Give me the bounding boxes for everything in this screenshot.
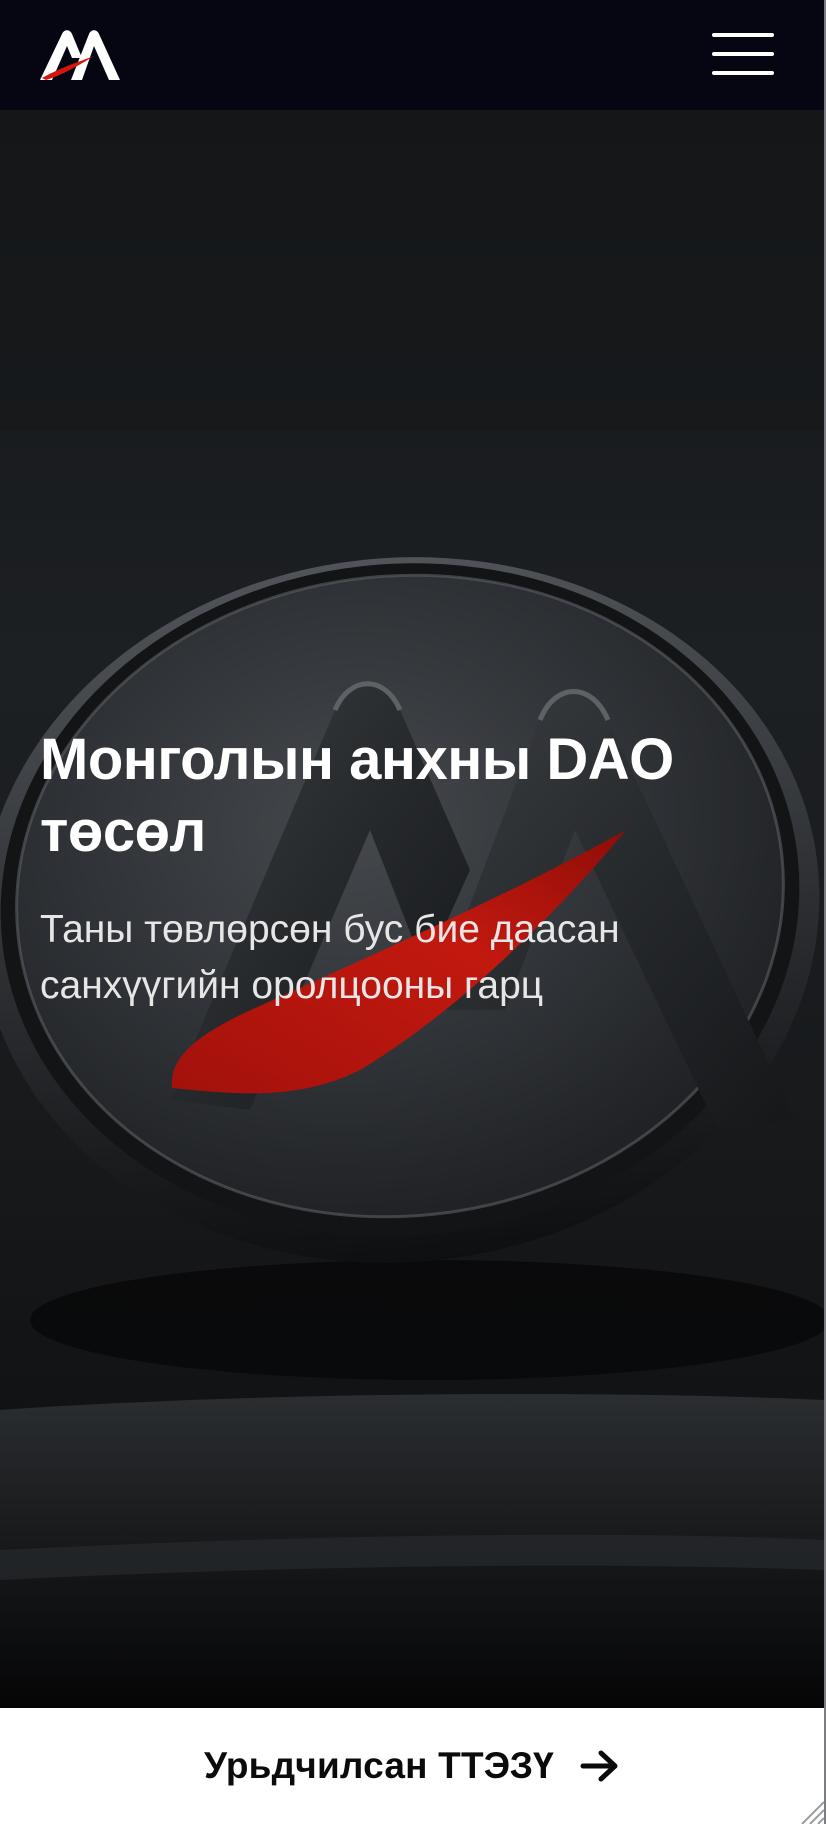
cta-label: Урьдчилсан ТТЭЗҮ — [204, 1745, 554, 1786]
brand-logo-icon[interactable] — [38, 26, 122, 82]
hero-title: Монголын анхны DAO төсөл — [40, 727, 674, 864]
menu-line-icon — [712, 71, 774, 75]
site-header — [0, 0, 824, 110]
arrow-right-icon — [580, 1750, 618, 1782]
hero-section: Монголын анхны DAO төсөл Таны төвлөрсөн … — [0, 110, 824, 1708]
feasibility-study-button[interactable]: Урьдчилсан ТТЭЗҮ — [0, 1708, 824, 1824]
hero-text-block: Монголын анхны DAO төсөл Таны төвлөрсөн … — [40, 724, 760, 1014]
landing-page: Монголын анхны DAO төсөл Таны төвлөрсөн … — [0, 0, 826, 1824]
resize-grip-icon — [801, 1801, 824, 1824]
menu-line-icon — [712, 52, 774, 56]
hero-subtitle: Таны төвлөрсөн бус бие даасан санхүүгийн… — [40, 908, 620, 1007]
menu-button[interactable] — [712, 30, 774, 78]
menu-line-icon — [712, 33, 774, 37]
